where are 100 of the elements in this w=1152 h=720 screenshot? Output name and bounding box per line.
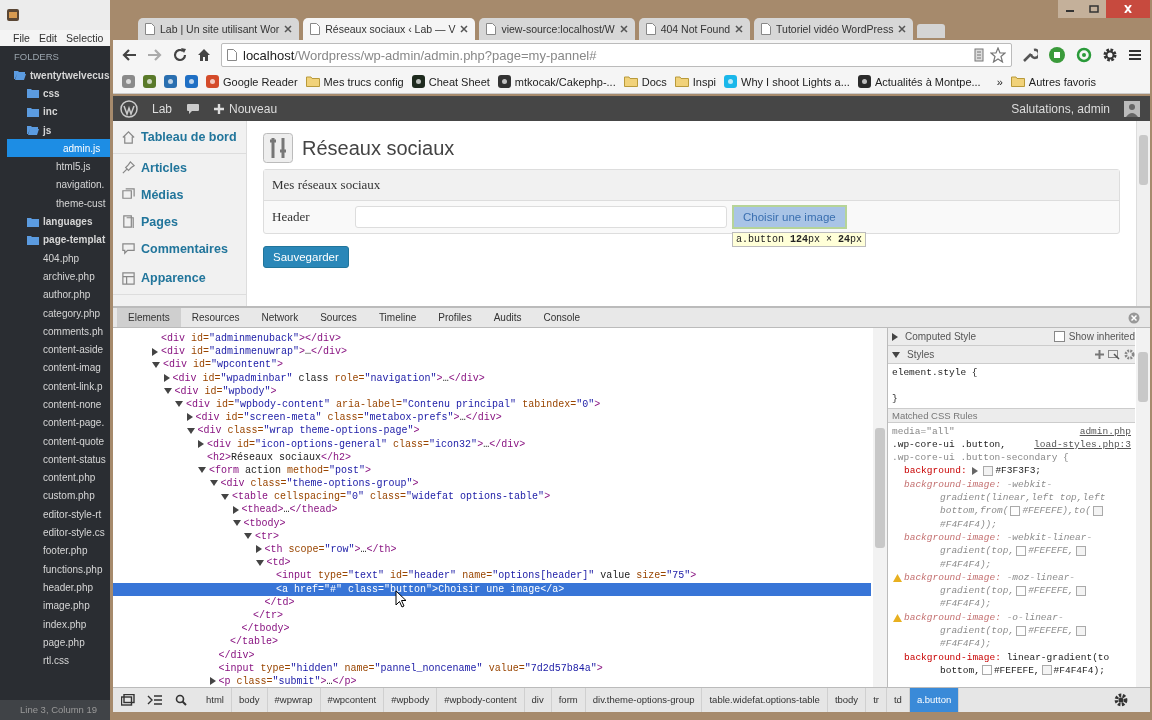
tree-item[interactable]: comments.ph <box>0 322 110 341</box>
breadcrumb[interactable]: a.button <box>909 688 960 712</box>
more-bookmarks[interactable]: » <box>996 75 1003 88</box>
css-property[interactable]: background-image: -o-linear-gradient(top, #FEFEFE, #F4F4F4); <box>904 610 1131 651</box>
dom-line[interactable]: </table> <box>113 635 871 649</box>
tree-item[interactable]: content-aside <box>0 340 110 359</box>
tree-item[interactable]: 404.php <box>0 248 110 268</box>
bookmark[interactable]: Inspi <box>674 75 717 88</box>
menu-item[interactable]: Selectio <box>66 32 104 44</box>
dom-line[interactable]: <div id="wpadminbar" class role="navigation">…</div> <box>113 371 871 385</box>
reload-icon[interactable] <box>173 48 187 62</box>
bookmark[interactable]: mtkocak/Cakephp-... <box>497 75 616 88</box>
styles-header[interactable]: Styles <box>907 349 935 360</box>
close-icon[interactable] <box>284 25 293 33</box>
folder-item[interactable]: inc <box>0 102 110 121</box>
minimize-button[interactable] <box>1058 0 1082 18</box>
site-icon[interactable] <box>122 75 135 88</box>
close-icon[interactable] <box>619 25 628 33</box>
menu-icon[interactable] <box>1128 49 1142 61</box>
site-icon[interactable] <box>185 75 198 88</box>
dom-line[interactable]: <h2>Réseaux sociaux</h2> <box>113 450 871 464</box>
close-icon[interactable] <box>735 25 744 33</box>
menu-item[interactable]: Commentaires <box>113 235 246 262</box>
breadcrumb[interactable]: html <box>199 688 232 712</box>
browser-tab[interactable]: Tutoriel vidéo WordPress <box>754 18 914 40</box>
tree-item[interactable]: editor-style.cs <box>0 523 110 542</box>
bookmark[interactable]: Why I shoot Lights a... <box>724 75 850 88</box>
computed-style-header[interactable]: Computed Style <box>905 331 977 342</box>
dom-line[interactable]: <table cellspacing="0" class="widefat options-table"> <box>113 490 871 504</box>
dom-line[interactable]: </td> <box>113 595 871 609</box>
scrollbar[interactable] <box>1136 121 1150 306</box>
plus-icon[interactable] <box>1095 350 1104 359</box>
tree-item[interactable]: admin.js <box>7 139 110 158</box>
maximize-button[interactable] <box>1082 0 1106 18</box>
greeting[interactable]: Salutations, admin <box>1011 101 1110 116</box>
star-icon[interactable] <box>990 47 1006 63</box>
console-icon[interactable] <box>147 694 163 706</box>
css-property[interactable]: background-image: -webkit-linear-gradient(top, #FEFEFE, #F4F4F4); <box>904 530 1131 571</box>
dom-line[interactable]: </tr> <box>113 608 871 623</box>
tree-item[interactable]: category.php <box>0 303 110 323</box>
save-button[interactable]: Sauvegarder <box>263 246 349 268</box>
header-input-field[interactable] <box>355 206 727 228</box>
tree-item[interactable]: theme-cust <box>0 194 110 213</box>
folder-item[interactable]: css <box>0 84 110 103</box>
breadcrumb[interactable]: td <box>886 688 910 712</box>
dom-line[interactable]: <div id="adminmenuwrap">…</div> <box>113 345 871 359</box>
site-icon[interactable] <box>164 75 177 88</box>
tree-item[interactable]: footer.php <box>0 541 110 560</box>
home-icon[interactable] <box>197 48 211 62</box>
dock-icon[interactable] <box>121 694 135 706</box>
tree-item[interactable]: html5.js <box>0 157 110 176</box>
bookmark[interactable]: Mes trucs config <box>305 75 404 88</box>
menu-item[interactable]: File <box>13 32 30 44</box>
settings-icon[interactable] <box>1102 47 1118 63</box>
devtools-tab[interactable]: Audits <box>482 308 533 327</box>
checkbox[interactable] <box>1053 331 1065 342</box>
dom-line[interactable]: <div id="wpbody-content" aria-label="Contenu principal" tabindex="0"> <box>113 397 871 412</box>
breadcrumb[interactable]: #wpwrap <box>267 688 321 712</box>
bookmark[interactable]: Google Reader <box>206 75 298 88</box>
tree-item[interactable]: editor-style-rt <box>0 505 110 524</box>
browser-tab[interactable]: view-source:localhost/W <box>479 18 635 40</box>
tree-item[interactable]: content.php <box>0 468 110 487</box>
folder-item[interactable]: twentytwelvecus <box>0 66 110 85</box>
breadcrumb[interactable]: tbody <box>827 688 867 712</box>
css-property[interactable]: background: #F3F3F3; <box>904 464 1131 478</box>
dom-line[interactable]: <div id="screen-meta" class="metabox-prefs">…</div> <box>113 411 871 425</box>
address-field[interactable]: localhost/Wordpress/wp-admin/admin.php?page=my-pannel# <box>221 43 1012 67</box>
bookmark[interactable]: Autres favoris <box>1010 75 1097 88</box>
dom-line[interactable]: <th scope="row">…</th> <box>113 543 871 557</box>
devtools-tab[interactable]: Sources <box>309 308 368 327</box>
dom-line[interactable]: <div id="adminmenuback"></div> <box>113 332 871 346</box>
devtools-tab[interactable]: Profiles <box>427 308 483 327</box>
devtools-tab[interactable]: Console <box>532 308 592 327</box>
tree-item[interactable]: navigation. <box>0 175 110 195</box>
search-icon[interactable] <box>175 694 187 706</box>
menu-item[interactable]: Apparence <box>113 262 246 295</box>
close-icon[interactable] <box>460 25 469 33</box>
breadcrumb[interactable]: form <box>551 688 586 712</box>
folder-item[interactable]: js <box>0 120 110 140</box>
dom-line[interactable]: </tbody> <box>113 622 871 636</box>
tree-item[interactable]: archive.php <box>0 267 110 286</box>
tree-item[interactable]: functions.php <box>0 560 110 579</box>
tree-item[interactable]: index.php <box>0 614 110 634</box>
settings-icon[interactable] <box>1114 693 1128 707</box>
browser-tab[interactable]: Lab | Un site utilisant Wor <box>138 18 300 40</box>
site-icon[interactable] <box>143 75 156 88</box>
browser-tab[interactable]: Réseaux sociaux ‹ Lab — V <box>303 18 476 40</box>
close-button[interactable] <box>1106 0 1150 18</box>
tree-item[interactable]: rtl.css <box>0 651 110 670</box>
extension-icon[interactable] <box>1048 46 1066 64</box>
element-state-icon[interactable] <box>1108 349 1120 360</box>
dom-line[interactable]: <div class="wrap theme-options-page"> <box>113 424 871 438</box>
breadcrumb[interactable]: div <box>524 688 552 712</box>
source-link[interactable]: load-styles.php:3 <box>1034 437 1131 452</box>
breadcrumb[interactable]: tr <box>866 688 887 712</box>
tree-item[interactable]: content-page. <box>0 413 110 432</box>
dom-line[interactable]: <div class="theme-options-group"> <box>113 477 871 491</box>
bookmark[interactable]: Docs <box>623 75 667 88</box>
devtools-tab[interactable]: Elements <box>117 308 181 327</box>
devtools-tab[interactable]: Network <box>250 308 310 327</box>
